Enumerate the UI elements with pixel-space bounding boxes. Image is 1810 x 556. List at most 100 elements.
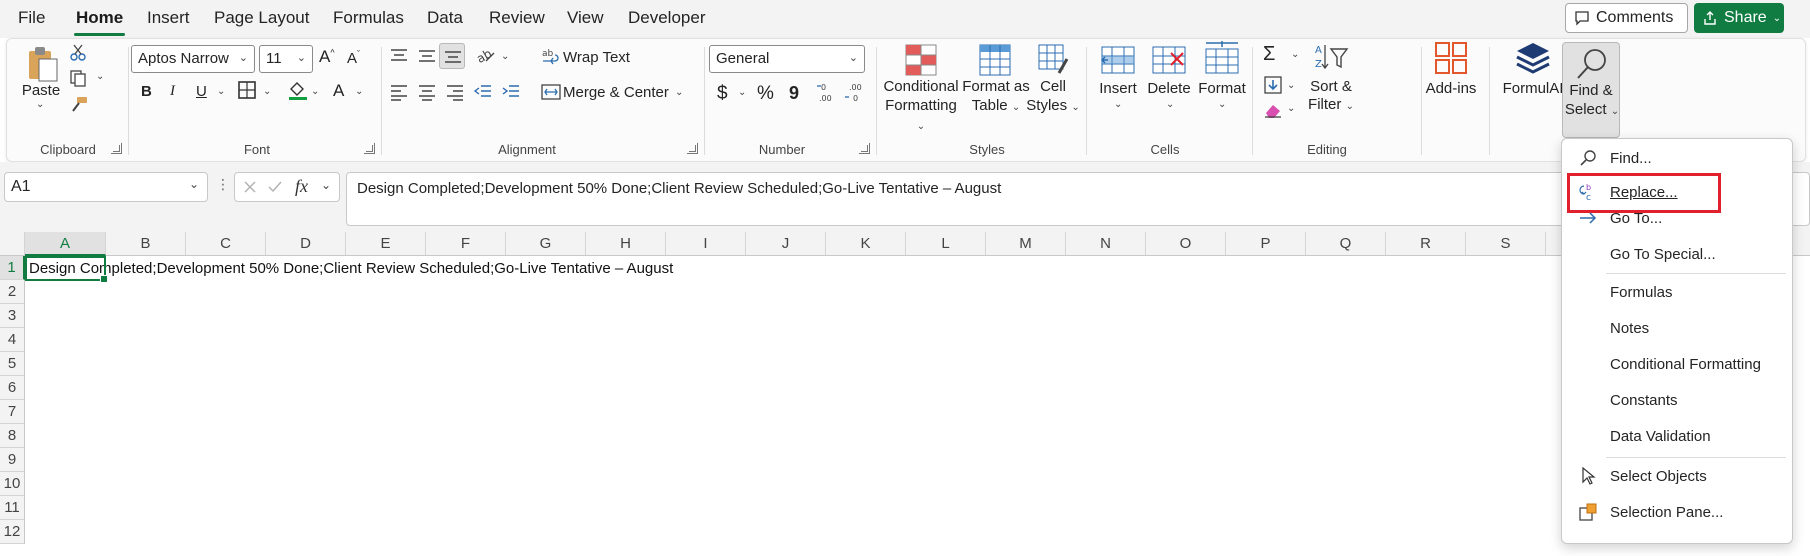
font-name-dropdown[interactable]: Aptos Narrow ⌄ <box>131 45 255 73</box>
column-header[interactable]: G <box>506 232 586 256</box>
delete-chevron-down-icon[interactable]: ⌄ <box>1166 99 1174 110</box>
format-cells-icon[interactable] <box>1204 39 1240 77</box>
row-header[interactable]: 6 <box>0 376 25 400</box>
autosum-icon[interactable]: Σ <box>1263 43 1275 66</box>
copy-chevron-down-icon[interactable]: ⌄ <box>96 71 104 82</box>
sort-filter-label-1[interactable]: Sort & <box>1307 77 1355 96</box>
find-select-button[interactable]: Find & Select ⌄ <box>1562 42 1620 138</box>
tab-formulas[interactable]: Formulas <box>333 8 404 28</box>
autosum-chevron-down-icon[interactable]: ⌄ <box>1291 49 1299 60</box>
column-header[interactable]: Q <box>1306 232 1386 256</box>
cell-styles-button[interactable]: Styles ⌄ <box>1021 96 1085 117</box>
italic-button[interactable]: I <box>170 83 175 100</box>
formulai-button[interactable]: FormulAI <box>1497 79 1569 98</box>
fill-color-icon[interactable] <box>287 79 309 101</box>
row-header[interactable]: 3 <box>0 304 25 328</box>
increase-font-size-icon[interactable]: A^ <box>319 47 335 67</box>
currency-chevron-down-icon[interactable]: ⌄ <box>738 87 746 98</box>
insert-function-icon[interactable]: fx <box>295 176 308 197</box>
fill-color-chevron-down-icon[interactable]: ⌄ <box>311 86 319 97</box>
clear-icon[interactable] <box>1263 101 1283 119</box>
decrease-decimal-icon[interactable]: .000 <box>843 81 865 103</box>
merge-center-button[interactable]: Merge & Center <box>563 84 669 101</box>
align-right-icon[interactable] <box>445 83 465 101</box>
column-header[interactable]: F <box>426 232 506 256</box>
clear-chevron-down-icon[interactable]: ⌄ <box>1287 103 1295 114</box>
fill-icon[interactable] <box>1263 75 1283 95</box>
currency-button[interactable]: $ <box>717 83 728 105</box>
paste-icon[interactable] <box>25 45 59 83</box>
column-header[interactable]: P <box>1226 232 1306 256</box>
comma-style-button[interactable]: 9 <box>789 83 799 104</box>
cancel-icon[interactable] <box>243 180 257 194</box>
menu-item-go-to[interactable]: Go To... <box>1568 203 1786 233</box>
paste-button[interactable]: Paste <box>21 81 61 100</box>
alignment-dialog-launcher[interactable] <box>687 143 698 154</box>
chevron-down-icon[interactable]: ⌄ <box>1773 13 1781 24</box>
row-header[interactable]: 12 <box>0 520 25 544</box>
insert-chevron-down-icon[interactable]: ⌄ <box>1114 99 1122 110</box>
menu-item-selection-pane[interactable]: Selection Pane... <box>1568 497 1786 527</box>
name-box-chevron-down-icon[interactable]: ⌄ <box>189 177 199 191</box>
conditional-formatting-icon[interactable] <box>904 43 938 77</box>
row-header[interactable]: 1 <box>0 256 25 280</box>
menu-item-formulas[interactable]: Formulas <box>1568 277 1786 307</box>
menu-item-find[interactable]: Find... <box>1568 143 1786 173</box>
menu-item-notes[interactable]: Notes <box>1568 313 1786 343</box>
column-header[interactable]: R <box>1386 232 1466 256</box>
row-header[interactable]: 10 <box>0 472 25 496</box>
tab-review[interactable]: Review <box>489 8 545 28</box>
sort-filter-button[interactable]: Filter ⌄ <box>1303 95 1359 116</box>
percent-button[interactable]: % <box>757 83 774 105</box>
number-format-dropdown[interactable]: General ⌄ <box>709 45 865 73</box>
addins-icon[interactable] <box>1434 41 1468 75</box>
column-header[interactable]: D <box>266 232 346 256</box>
format-chevron-down-icon[interactable]: ⌄ <box>1218 99 1226 110</box>
row-header[interactable]: 9 <box>0 448 25 472</box>
paste-chevron-down-icon[interactable]: ⌄ <box>36 99 44 110</box>
column-header[interactable]: N <box>1066 232 1146 256</box>
align-center-icon[interactable] <box>417 83 437 101</box>
addins-button[interactable]: Add-ins <box>1421 79 1481 98</box>
insert-cells-icon[interactable] <box>1100 43 1136 77</box>
column-header[interactable]: I <box>666 232 746 256</box>
font-dialog-launcher[interactable] <box>364 143 375 154</box>
increase-decimal-icon[interactable]: 0.00 <box>815 81 837 103</box>
clipboard-dialog-launcher[interactable] <box>111 143 122 154</box>
column-header[interactable]: J <box>746 232 826 256</box>
row-header[interactable]: 2 <box>0 280 25 304</box>
format-as-table-label-1[interactable]: Format as <box>959 77 1033 96</box>
column-header[interactable]: O <box>1146 232 1226 256</box>
column-header[interactable]: S <box>1466 232 1546 256</box>
fx-chevron-down-icon[interactable]: ⌄ <box>321 178 331 192</box>
merge-chevron-down-icon[interactable]: ⌄ <box>675 87 683 98</box>
font-color-chevron-down-icon[interactable]: ⌄ <box>355 86 363 97</box>
column-header[interactable]: E <box>346 232 426 256</box>
tab-home[interactable]: Home <box>73 8 126 36</box>
wrap-text-icon[interactable]: ab <box>541 47 561 67</box>
orientation-icon[interactable]: ab <box>474 45 496 65</box>
font-size-dropdown[interactable]: 11 ⌄ <box>259 45 313 73</box>
align-middle-icon[interactable] <box>417 47 437 65</box>
tab-insert[interactable]: Insert <box>147 8 190 28</box>
borders-icon[interactable] <box>238 81 256 99</box>
format-painter-icon[interactable] <box>69 95 89 113</box>
tab-page-layout[interactable]: Page Layout <box>214 8 309 28</box>
delete-cells-icon[interactable] <box>1151 43 1187 77</box>
insert-button[interactable]: Insert <box>1095 79 1141 98</box>
menu-item-conditional-formatting[interactable]: Conditional Formatting <box>1568 349 1786 379</box>
wrap-text-button[interactable]: Wrap Text <box>563 49 630 66</box>
conditional-formatting-label-1[interactable]: Conditional <box>879 77 963 96</box>
tab-developer[interactable]: Developer <box>628 8 706 28</box>
menu-item-select-objects[interactable]: Select Objects <box>1568 461 1786 491</box>
orientation-chevron-down-icon[interactable]: ⌄ <box>501 51 509 62</box>
formulai-icon[interactable] <box>1515 41 1551 75</box>
number-dialog-launcher[interactable] <box>859 143 870 154</box>
font-color-icon[interactable]: A <box>333 81 344 101</box>
underline-button[interactable]: U <box>196 83 207 100</box>
comments-button[interactable]: Comments <box>1565 3 1688 33</box>
cut-icon[interactable] <box>69 43 87 61</box>
format-as-table-icon[interactable] <box>978 43 1012 77</box>
fill-chevron-down-icon[interactable]: ⌄ <box>1287 80 1295 91</box>
column-header[interactable]: H <box>586 232 666 256</box>
